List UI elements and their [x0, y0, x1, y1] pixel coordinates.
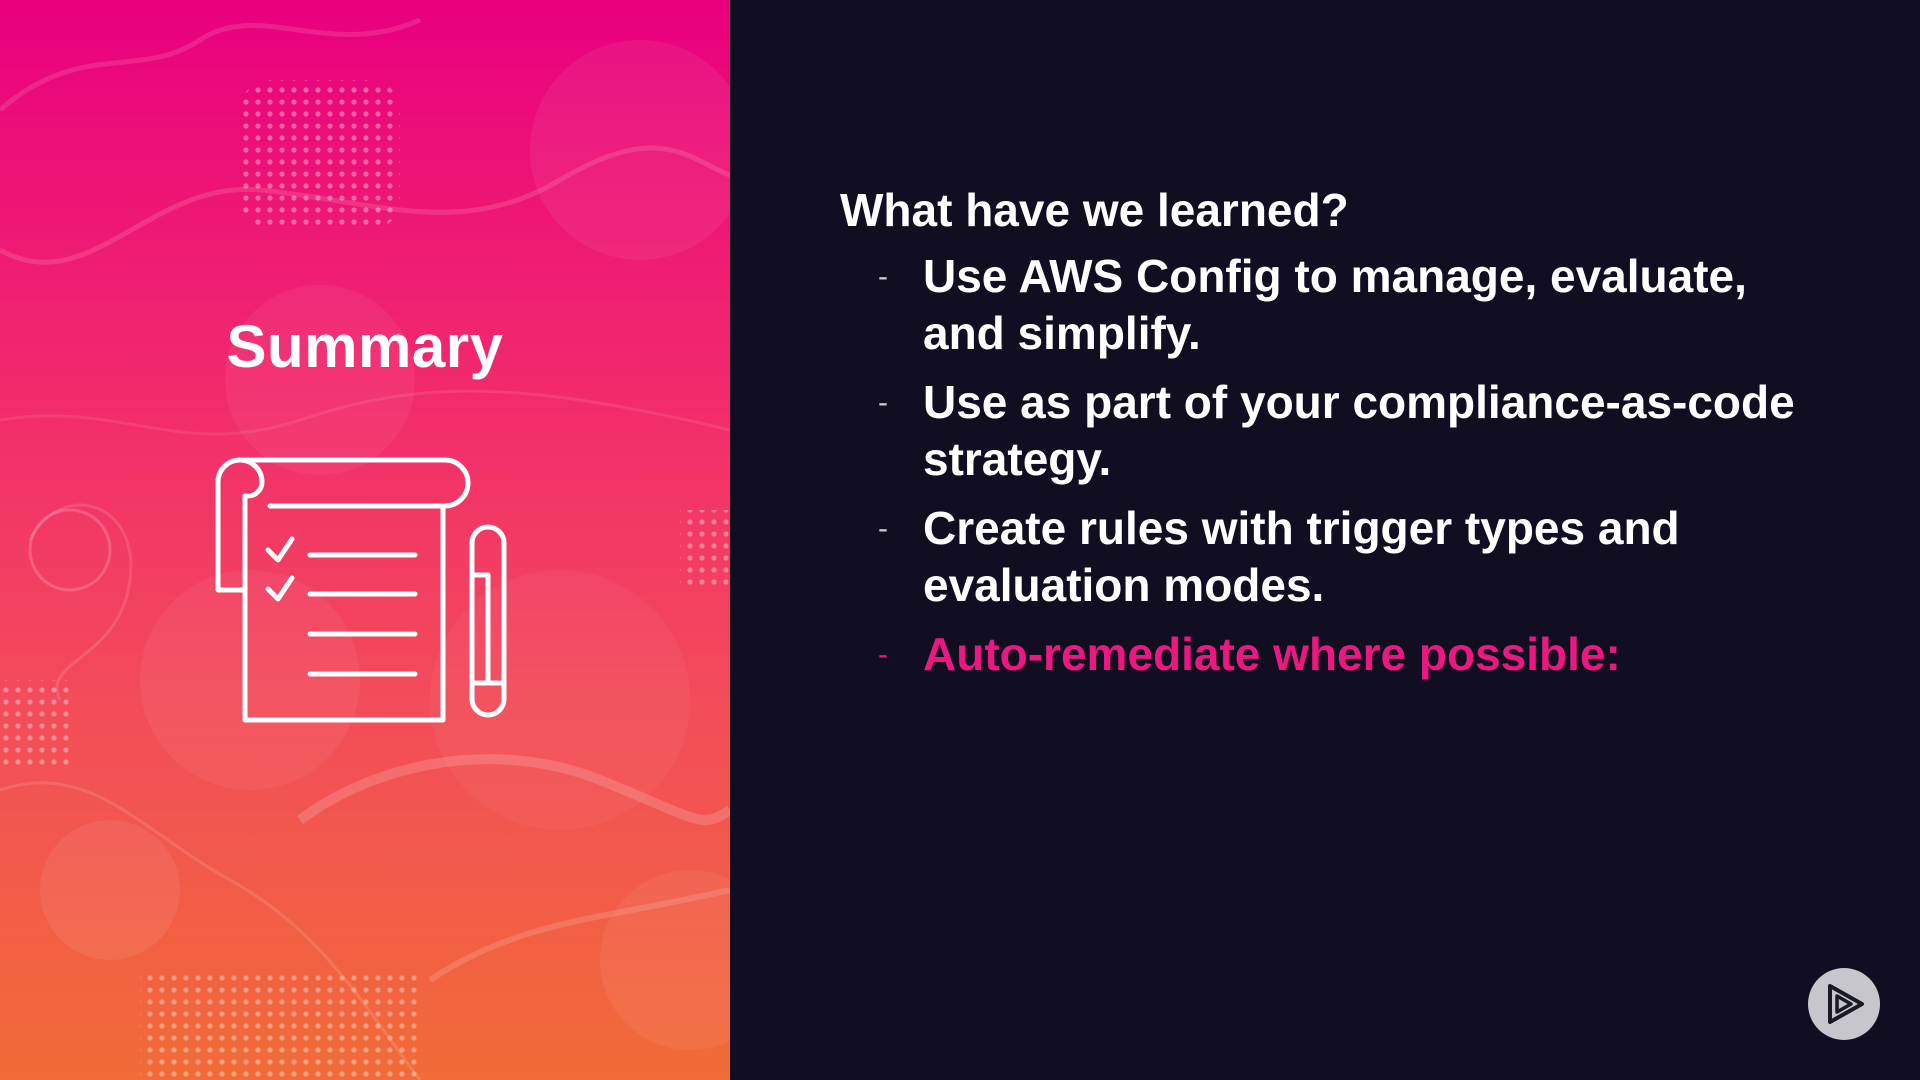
bullet-item: - Use as part of your compliance-as-code…	[840, 374, 1800, 488]
bullet-dash: -	[878, 638, 888, 671]
bullet-dash: -	[878, 386, 888, 419]
bullet-item: - Create rules with trigger types and ev…	[840, 500, 1800, 614]
play-triangle-icon	[1828, 984, 1864, 1024]
slide: Summary What have we learned? - Use AWS …	[0, 0, 1920, 1080]
bullet-item-highlighted: - Auto-remediate where possible:	[840, 626, 1800, 683]
bullet-list: - Use AWS Config to manage, evaluate, an…	[840, 248, 1800, 683]
content-area: What have we learned? - Use AWS Config t…	[840, 180, 1800, 695]
bullet-text: Create rules with trigger types and eval…	[923, 502, 1680, 611]
bullet-text: Use AWS Config to manage, evaluate, and …	[923, 250, 1747, 359]
bullet-text: Use as part of your compliance-as-code s…	[923, 376, 1795, 485]
bullet-text: Auto-remediate where possible:	[923, 628, 1621, 680]
left-panel: Summary	[0, 0, 730, 1080]
slide-heading: What have we learned?	[840, 184, 1349, 236]
pluralsight-play-icon	[1808, 968, 1880, 1040]
bullet-dash: -	[878, 512, 888, 545]
bullet-dash: -	[878, 260, 888, 293]
bullet-item: - Use AWS Config to manage, evaluate, an…	[840, 248, 1800, 362]
panel-title: Summary	[226, 313, 504, 380]
checklist-with-pen-icon	[215, 457, 507, 723]
